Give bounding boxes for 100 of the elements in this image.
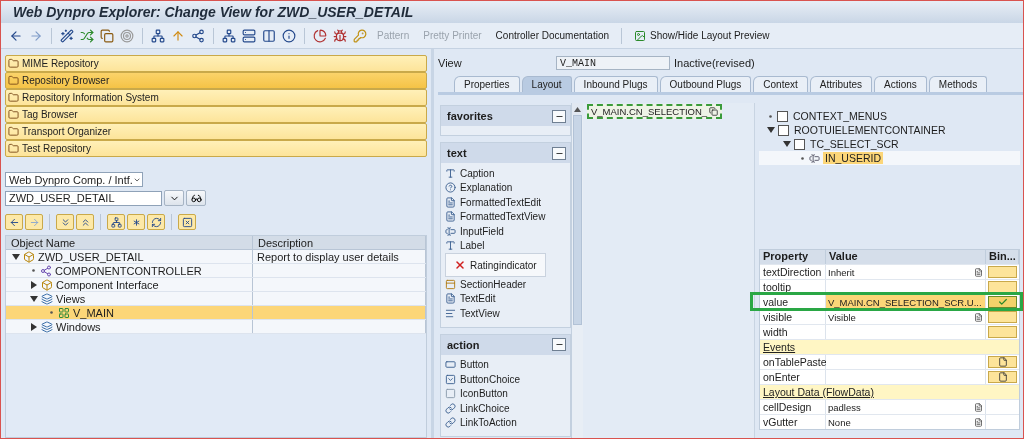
property-value[interactable]: padless bbox=[826, 400, 986, 414]
back-button[interactable] bbox=[5, 214, 23, 230]
tab[interactable]: Methods bbox=[928, 76, 988, 92]
expanded-triangle-icon[interactable] bbox=[12, 252, 20, 261]
columns-button[interactable] bbox=[260, 27, 278, 44]
palette-item[interactable]: TextView bbox=[445, 306, 500, 321]
repository-button[interactable]: Tag Browser bbox=[5, 106, 427, 123]
info-button[interactable] bbox=[280, 27, 298, 44]
asterisk-button[interactable] bbox=[127, 214, 145, 230]
repository-button[interactable]: Test Repository bbox=[5, 140, 427, 157]
view-name-field[interactable]: V_MAIN bbox=[556, 56, 670, 70]
palette-item[interactable]: InputField bbox=[445, 224, 504, 239]
tree-row[interactable]: Component Interface bbox=[6, 278, 426, 292]
ui-element-name[interactable]: TC_SELECT_SCR bbox=[808, 138, 901, 150]
back-arrow-icon bbox=[9, 28, 23, 43]
toolbar-button[interactable]: Controller Documentation bbox=[489, 29, 615, 42]
dropdown-square-icon bbox=[445, 373, 456, 385]
close-button[interactable] bbox=[178, 214, 196, 230]
refresh-button[interactable] bbox=[147, 214, 165, 230]
expanded-triangle-icon[interactable] bbox=[30, 294, 38, 303]
repository-button[interactable]: Transport Organizer bbox=[5, 123, 427, 140]
share-nodes-button[interactable] bbox=[189, 27, 207, 44]
palette-item[interactable]: Explanation bbox=[445, 180, 513, 195]
display-button[interactable] bbox=[186, 190, 206, 206]
expanded-triangle-icon[interactable] bbox=[783, 140, 791, 148]
tab[interactable]: Layout bbox=[521, 76, 572, 92]
up-triangle-icon[interactable] bbox=[574, 106, 581, 112]
palette-item[interactable]: TextEdit bbox=[445, 291, 496, 306]
collapse-button[interactable] bbox=[552, 146, 566, 160]
bug-button[interactable] bbox=[331, 27, 349, 44]
document-icon bbox=[445, 293, 456, 305]
binding-button[interactable] bbox=[988, 296, 1017, 308]
collapsed-triangle-icon[interactable] bbox=[30, 280, 38, 289]
pie-chart-button[interactable] bbox=[311, 27, 329, 44]
palette-item[interactable]: Ratingindicator bbox=[445, 253, 546, 277]
object-type-dropdown[interactable]: Web Dynpro Comp. / Intf. bbox=[5, 172, 143, 187]
tab[interactable]: Inbound Plugs bbox=[573, 76, 658, 92]
toolbar-button[interactable]: Show/Hide Layout Preview bbox=[628, 28, 776, 43]
key-icon bbox=[353, 28, 367, 43]
tab[interactable]: Actions bbox=[874, 76, 927, 92]
palette-item[interactable]: SectionHeader bbox=[445, 277, 527, 292]
object-name-field[interactable]: ZWD_USER_DETAIL bbox=[5, 190, 162, 206]
palette-item[interactable]: Label bbox=[445, 238, 485, 253]
checkbox-square-icon bbox=[777, 110, 788, 122]
glasses-icon bbox=[190, 192, 202, 204]
tab[interactable]: Context bbox=[753, 76, 808, 92]
palette-item[interactable]: ButtonChoice bbox=[445, 372, 521, 387]
ui-element-name[interactable]: IN_USERID bbox=[823, 152, 883, 164]
tree-row[interactable]: Windows bbox=[6, 320, 426, 334]
copy-icon bbox=[709, 107, 719, 116]
window-title: Web Dynpro Explorer: Change View for ZWD_USER_DETAIL bbox=[13, 4, 414, 20]
share-nodes-icon bbox=[191, 28, 205, 43]
shuffle-icon bbox=[80, 28, 94, 43]
repository-button[interactable]: Repository Information System bbox=[5, 89, 427, 106]
property-value[interactable]: None bbox=[826, 415, 986, 429]
palette-item[interactable]: LinkToAction bbox=[445, 415, 517, 430]
tree-row[interactable]: COMPONENTCONTROLLER bbox=[6, 264, 426, 278]
hierarchy-button[interactable] bbox=[149, 27, 167, 44]
tree-row[interactable]: V_MAIN bbox=[6, 306, 426, 320]
palette-item[interactable]: IconButton bbox=[445, 386, 508, 401]
event-button[interactable] bbox=[988, 356, 1017, 368]
tree-row[interactable]: Views bbox=[6, 292, 426, 306]
hierarchy-button[interactable] bbox=[107, 214, 125, 230]
hierarchy-icon bbox=[110, 216, 122, 228]
copy-button[interactable] bbox=[98, 27, 116, 44]
help-icon bbox=[445, 182, 456, 194]
collapse-button[interactable] bbox=[552, 109, 566, 123]
collapse-button[interactable] bbox=[552, 338, 566, 351]
shuffle-button[interactable] bbox=[78, 27, 96, 44]
palette-item[interactable]: LinkChoice bbox=[445, 401, 510, 416]
repository-button[interactable]: Repository Browser bbox=[5, 72, 427, 89]
close-icon bbox=[181, 216, 193, 228]
property-value[interactable]: Inherit bbox=[826, 265, 986, 279]
palette-item[interactable]: Caption bbox=[445, 166, 495, 181]
ui-element-name[interactable]: CONTEXT_MENUS bbox=[791, 110, 889, 122]
collapsed-triangle-icon[interactable] bbox=[30, 322, 38, 331]
server-button[interactable] bbox=[240, 27, 258, 44]
repository-button[interactable]: MIME Repository bbox=[5, 55, 427, 72]
column-header: Bin... bbox=[986, 250, 1019, 264]
hierarchy-icon bbox=[151, 28, 165, 43]
property-value[interactable]: V_MAIN.CN_SELECTION_SCR.U... bbox=[826, 295, 986, 309]
palette-item[interactable]: FormattedTextView bbox=[445, 209, 546, 224]
ui-element-preview[interactable]: V_MAIN.CN_SELECTION_ bbox=[587, 104, 723, 119]
expanded-triangle-icon[interactable] bbox=[767, 126, 775, 134]
tab[interactable]: Properties bbox=[454, 76, 520, 92]
server-icon bbox=[242, 28, 256, 43]
tree-row[interactable]: ZWD_USER_DETAIL Report to display user details bbox=[6, 250, 426, 264]
palette-group-title: favorites bbox=[447, 110, 493, 122]
event-button[interactable] bbox=[988, 371, 1017, 383]
hierarchy-button[interactable] bbox=[220, 27, 238, 44]
tab[interactable]: Outbound Plugs bbox=[659, 76, 752, 92]
palette-item[interactable]: FormattedTextEdit bbox=[445, 195, 542, 210]
palette-group-title: action bbox=[447, 338, 480, 351]
column-header: Object Name bbox=[6, 236, 253, 249]
section-link[interactable]: Events bbox=[763, 341, 796, 353]
ui-element-name[interactable]: ROOTUIELEMENTCONTAINER bbox=[792, 124, 948, 136]
palette-item[interactable]: Button bbox=[445, 357, 489, 372]
wand-button[interactable] bbox=[58, 27, 76, 44]
tab[interactable]: Attributes bbox=[809, 76, 872, 92]
scrollbar[interactable] bbox=[571, 103, 583, 438]
